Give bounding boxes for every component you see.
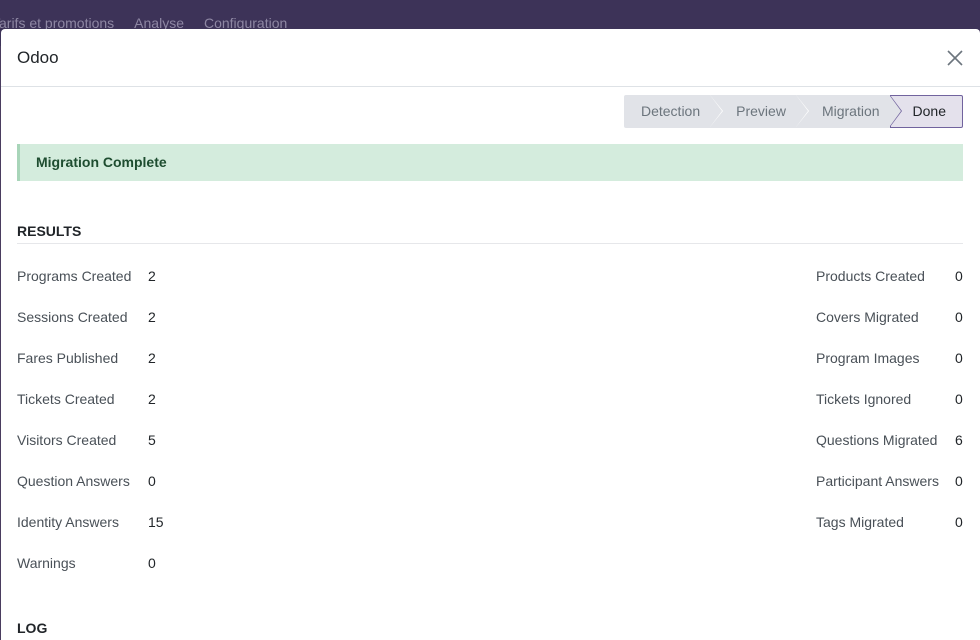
result-value: 0 — [148, 473, 156, 489]
step-done[interactable]: Done — [889, 95, 963, 128]
result-label: Tickets Created — [17, 391, 115, 407]
result-label: Participant Answers — [816, 473, 939, 489]
step-migration[interactable]: Migration — [795, 95, 890, 128]
result-value: 0 — [148, 555, 156, 571]
close-icon — [947, 50, 963, 66]
result-value: 0 — [955, 473, 963, 489]
result-label: Programs Created — [17, 268, 132, 284]
result-value: 0 — [955, 391, 963, 407]
step-detection[interactable]: Detection — [623, 95, 724, 128]
step-done-label: Done — [912, 103, 946, 119]
results-section-title: RESULTS — [17, 223, 963, 244]
log-heading: LOG — [17, 620, 48, 636]
dialog-title: Odoo — [17, 48, 59, 67]
result-value: 0 — [955, 268, 963, 284]
result-value: 2 — [148, 391, 156, 407]
result-label: Tickets Ignored — [816, 391, 912, 407]
step-preview-label: Preview — [736, 103, 786, 119]
results-heading: RESULTS — [17, 223, 82, 239]
result-label: Covers Migrated — [816, 309, 919, 325]
result-value: 0 — [955, 350, 963, 366]
result-label: Warnings — [17, 555, 76, 571]
result-value: 6 — [955, 432, 963, 448]
result-label: Products Created — [816, 268, 925, 284]
result-label: Sessions Created — [17, 309, 128, 325]
result-label: Program Images — [816, 350, 920, 366]
result-value: 2 — [148, 350, 156, 366]
result-label: Fares Published — [17, 350, 119, 366]
migration-statusbar: Detection Preview Migration Done — [623, 95, 963, 128]
log-section-title: LOG — [17, 620, 963, 640]
result-label: Identity Answers — [17, 514, 119, 530]
result-value: 2 — [148, 309, 156, 325]
step-migration-label: Migration — [821, 103, 880, 119]
result-label: Questions Migrated — [816, 432, 938, 448]
result-label: Visitors Created — [17, 432, 117, 448]
step-detection-label: Detection — [640, 103, 701, 119]
result-value: 0 — [955, 309, 963, 325]
result-value: 0 — [955, 514, 963, 530]
success-alert-message: Migration Complete — [36, 154, 167, 170]
result-label: Question Answers — [17, 473, 130, 489]
dialog-header: Odoo — [1, 29, 980, 87]
close-button[interactable] — [945, 48, 965, 68]
result-value: 2 — [148, 268, 156, 284]
result-value: 15 — [148, 514, 164, 530]
result-label: Tags Migrated — [816, 514, 904, 530]
success-alert: Migration Complete — [17, 144, 963, 181]
migration-dialog: Odoo Detection Preview Migration Done Mi… — [1, 29, 980, 640]
result-value: 5 — [148, 432, 156, 448]
